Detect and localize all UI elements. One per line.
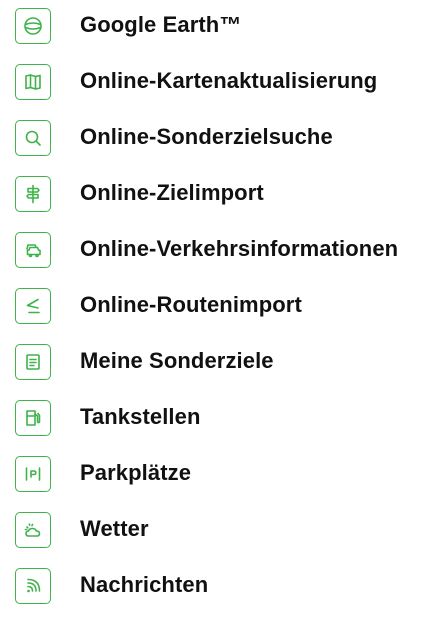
menu-item-label: Google Earth™ (80, 12, 242, 37)
traffic-cars-icon (15, 232, 51, 268)
online-services-menu: Google Earth™ Online-Kartenaktualisierun… (0, 0, 445, 624)
menu-item-my-pois[interactable]: Meine Sonderziele (0, 336, 445, 392)
menu-item-weather[interactable]: Wetter (0, 504, 445, 560)
menu-item-google-earth[interactable]: Google Earth™ (0, 0, 445, 56)
parking-icon (15, 456, 51, 492)
menu-item-label: Nachrichten (80, 572, 209, 597)
menu-item-label: Online-Routenimport (80, 292, 302, 317)
rss-icon (15, 568, 51, 604)
fuel-pump-icon (15, 400, 51, 436)
menu-item-label: Tankstellen (80, 404, 201, 429)
search-icon (15, 120, 51, 156)
menu-item-destination-import[interactable]: Online-Zielimport (0, 168, 445, 224)
menu-item-parking[interactable]: Parkplätze (0, 448, 445, 504)
menu-item-gas-stations[interactable]: Tankstellen (0, 392, 445, 448)
route-icon (15, 288, 51, 324)
menu-item-label: Online-Verkehrsinformationen (80, 236, 399, 261)
menu-item-news[interactable]: Nachrichten (0, 560, 445, 616)
signpost-icon (15, 176, 51, 212)
list-icon (15, 344, 51, 380)
menu-item-map-update[interactable]: Online-Kartenaktualisierung (0, 56, 445, 112)
menu-item-route-import[interactable]: Online-Routenimport (0, 280, 445, 336)
globe-icon (15, 8, 51, 44)
menu-item-traffic-info[interactable]: Online-Verkehrsinformationen (0, 224, 445, 280)
weather-icon (15, 512, 51, 548)
menu-item-label: Online-Sonderzielsuche (80, 124, 333, 149)
menu-item-label: Wetter (80, 516, 149, 541)
menu-item-poi-search[interactable]: Online-Sonderzielsuche (0, 112, 445, 168)
menu-item-label: Meine Sonderziele (80, 348, 274, 373)
menu-item-label: Online-Zielimport (80, 180, 264, 205)
map-icon (15, 64, 51, 100)
menu-item-label: Parkplätze (80, 460, 192, 485)
menu-item-label: Online-Kartenaktualisierung (80, 68, 378, 93)
